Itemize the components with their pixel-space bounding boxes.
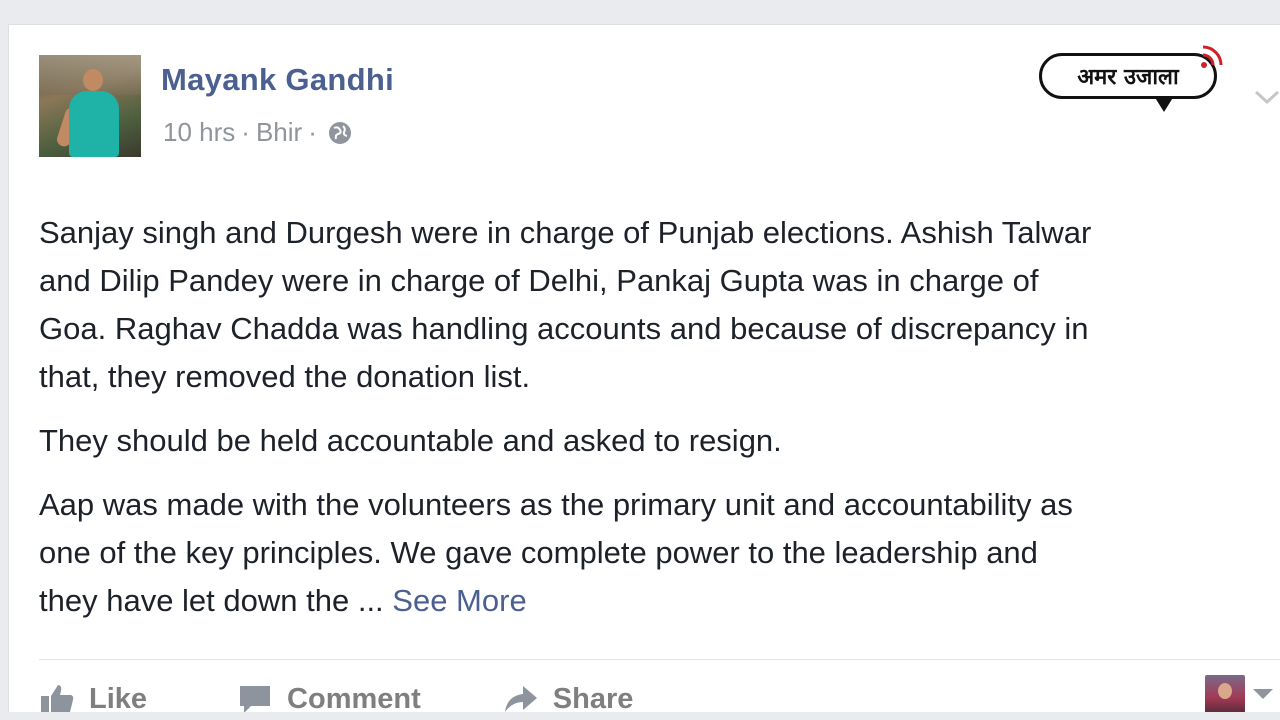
globe-icon <box>328 121 351 144</box>
share-button[interactable]: Share <box>503 682 634 716</box>
author-avatar[interactable] <box>39 55 141 157</box>
paragraph-1: Sanjay singh and Durgesh were in charge … <box>39 209 1280 401</box>
paragraph-2: They should be held accountable and aske… <box>39 417 1280 465</box>
post-meta: 10 hrs · Bhir · <box>163 117 353 148</box>
comment-button[interactable]: Comment <box>237 682 421 716</box>
like-label: Like <box>89 682 148 715</box>
thumbs-up-icon <box>41 685 74 714</box>
post-as-selector[interactable] <box>1205 675 1273 713</box>
text-line: one of the key principles. We gave compl… <box>39 535 1038 570</box>
comment-label: Comment <box>287 682 421 715</box>
text-line: that, they removed the donation list. <box>39 359 531 394</box>
text-line: Sanjay singh and Durgesh were in charge … <box>39 215 1092 250</box>
text-line: they have let down the ... <box>39 583 393 618</box>
text-line: and Dilip Pandey were in charge of Delhi… <box>39 263 1039 298</box>
paragraph-3: Aap was made with the volunteers as the … <box>39 481 1280 625</box>
text-line: Aap was made with the volunteers as the … <box>39 487 1073 522</box>
mini-avatar-face <box>1218 683 1232 699</box>
amar-ujala-logo: अमर उजाला <box>1039 41 1229 121</box>
comment-bubble-icon <box>240 686 271 713</box>
user-mini-avatar <box>1205 675 1245 713</box>
meta-separator-2: · <box>308 117 317 147</box>
text-line: Goa. Raghav Chadda was handling accounts… <box>39 311 1089 346</box>
avatar-head <box>83 69 103 91</box>
post-body: Sanjay singh and Durgesh were in charge … <box>39 209 1280 641</box>
meta-separator: · <box>241 117 250 147</box>
feed-gap <box>8 712 1280 720</box>
post-location[interactable]: Bhir <box>256 117 302 148</box>
avatar-body <box>69 91 119 157</box>
author-name[interactable]: Mayank Gandhi <box>161 62 394 98</box>
share-arrow-icon <box>504 686 537 712</box>
caret-down-icon <box>1253 689 1273 699</box>
see-more-link[interactable]: See More <box>392 583 526 618</box>
chevron-down-icon[interactable] <box>1253 87 1280 107</box>
text-line: They should be held accountable and aske… <box>39 423 782 458</box>
post-card: Mayank Gandhi 10 hrs · Bhir · अमर उजाला … <box>8 24 1280 720</box>
post-time[interactable]: 10 hrs <box>163 117 235 148</box>
like-button[interactable]: Like <box>39 682 147 716</box>
logo-bubble-tail <box>1154 96 1174 112</box>
logo-text: अमर उजाला <box>1039 53 1217 99</box>
share-label: Share <box>552 682 634 715</box>
actions-divider <box>39 659 1280 660</box>
logo-signal-icon <box>1201 45 1223 68</box>
